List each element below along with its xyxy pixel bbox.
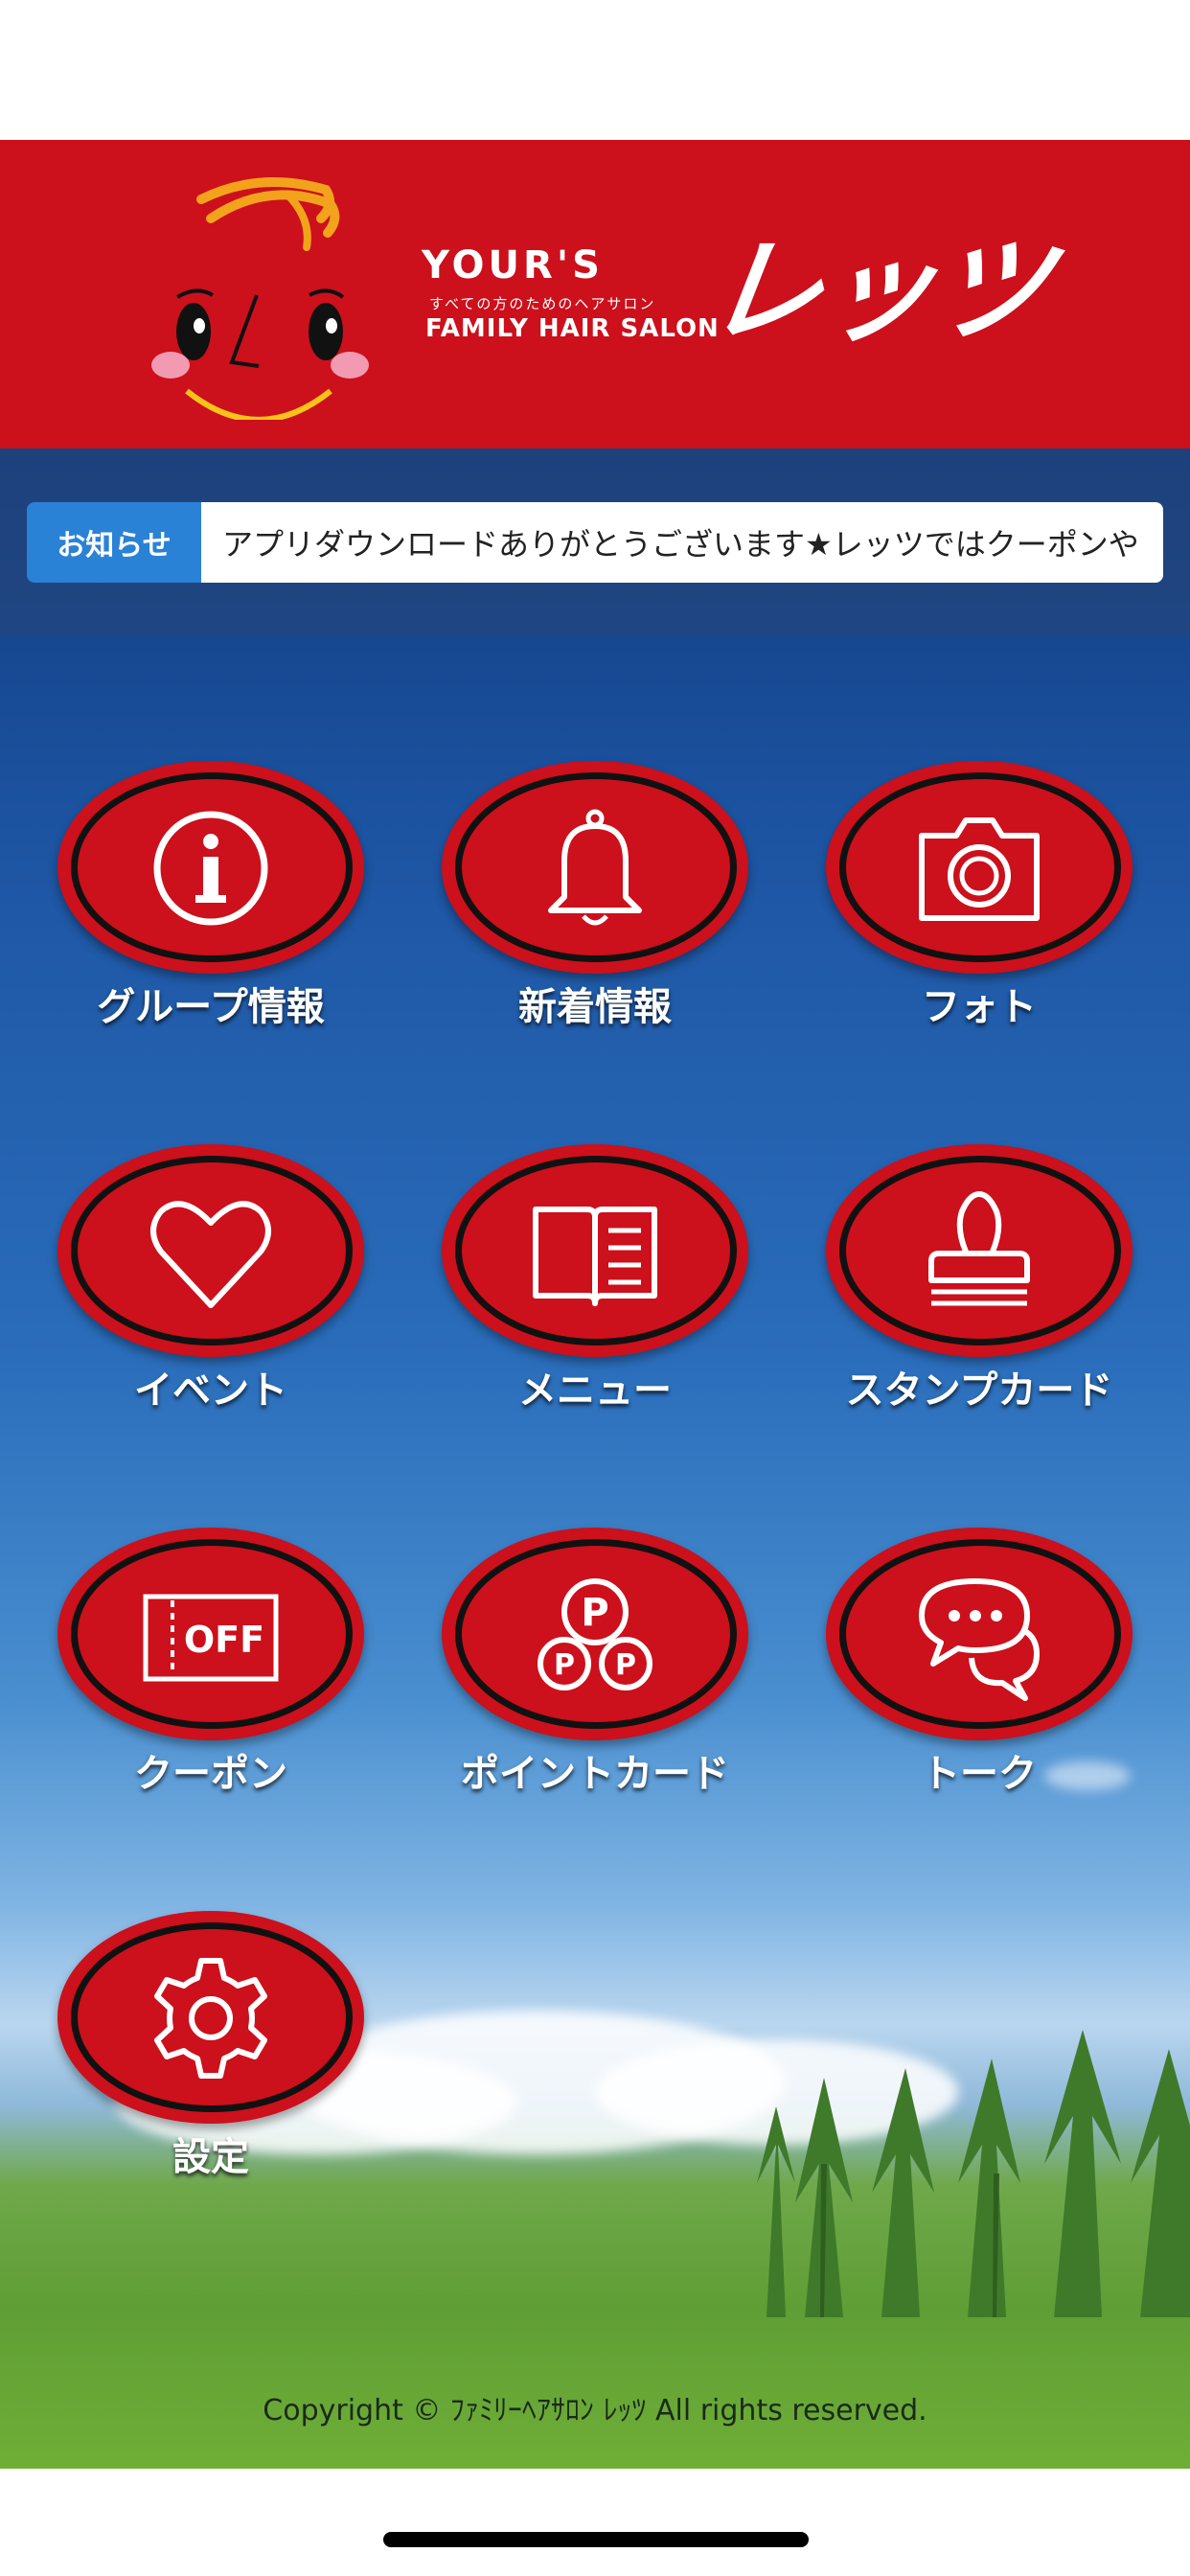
news-label: お知らせ (27, 502, 201, 583)
bottom-safe-area (0, 2469, 1190, 2576)
tile-label: スタンプカード (845, 1368, 1113, 1413)
tile-label: メニュー (518, 1368, 672, 1413)
svg-text:OFF: OFF (184, 1619, 264, 1661)
menu-tile-news[interactable]: 新着情報 (437, 761, 753, 1029)
menu-tile-photo[interactable]: フォト (821, 761, 1137, 1029)
info-icon (153, 811, 268, 926)
menu-tile-coupon[interactable]: OFF クーポン (53, 1528, 369, 1796)
tile-label: 設定 (172, 2135, 249, 2179)
tile-label: グループ情報 (97, 985, 325, 1029)
menu-tile-talk[interactable]: トーク (821, 1528, 1137, 1796)
news-ticker-text: アプリダウンロードありがとうございます★レッツではクーポンや (222, 526, 1139, 563)
menu-tile-menu[interactable]: メニュー (437, 1144, 753, 1413)
tile-label: イベント (134, 1368, 287, 1413)
book-icon (533, 1207, 657, 1306)
coupon-icon: OFF (143, 1594, 279, 1682)
brand-name: レッツ (698, 225, 1057, 358)
home-indicator[interactable] (383, 2532, 809, 2547)
tile-label: ポイントカード (461, 1752, 729, 1796)
brand-subtitle: FAMILY HAIR SALON (425, 314, 720, 343)
tile-label: フォト (922, 985, 1037, 1029)
svg-text:P: P (615, 1648, 636, 1682)
menu-tile-group-info[interactable]: グループ情報 (53, 761, 369, 1029)
menu-tile-stamp-card[interactable]: スタンプカード (821, 1144, 1137, 1413)
chat-icon (919, 1578, 1040, 1701)
svg-text:P: P (554, 1648, 575, 1682)
points-icon: P P P (538, 1578, 652, 1690)
svg-text:P: P (581, 1591, 608, 1635)
gear-icon (154, 1958, 267, 2079)
tile-label: トーク (922, 1752, 1037, 1796)
menu-tile-event[interactable]: イベント (53, 1144, 369, 1413)
bell-icon (548, 809, 642, 926)
camera-icon (919, 817, 1040, 921)
news-ticker[interactable]: アプリダウンロードありがとうございます★レッツではクーポンや (201, 502, 1163, 583)
menu-tile-point-card[interactable]: P P P ポイントカード (437, 1528, 753, 1796)
copyright-text: Copyright © ﾌｧﾐﾘｰﾍｱｻﾛﾝ ﾚｯﾂ All rights re… (263, 2394, 927, 2427)
tile-label: 新着情報 (518, 985, 672, 1029)
status-bar-area (0, 0, 1190, 140)
brand-tagline: すべての方のためのヘアサロン (429, 295, 656, 312)
menu-tile-settings[interactable]: 設定 (53, 1911, 369, 2179)
tile-label: クーポン (134, 1752, 287, 1796)
mascot-logo-icon (151, 177, 369, 420)
stamp-icon (928, 1191, 1030, 1306)
brand-title: YOUR'S (422, 243, 604, 288)
heart-icon (150, 1201, 271, 1308)
app-header: YOUR'S すべての方のためのヘアサロン FAMILY HAIR SALON … (0, 140, 1190, 448)
